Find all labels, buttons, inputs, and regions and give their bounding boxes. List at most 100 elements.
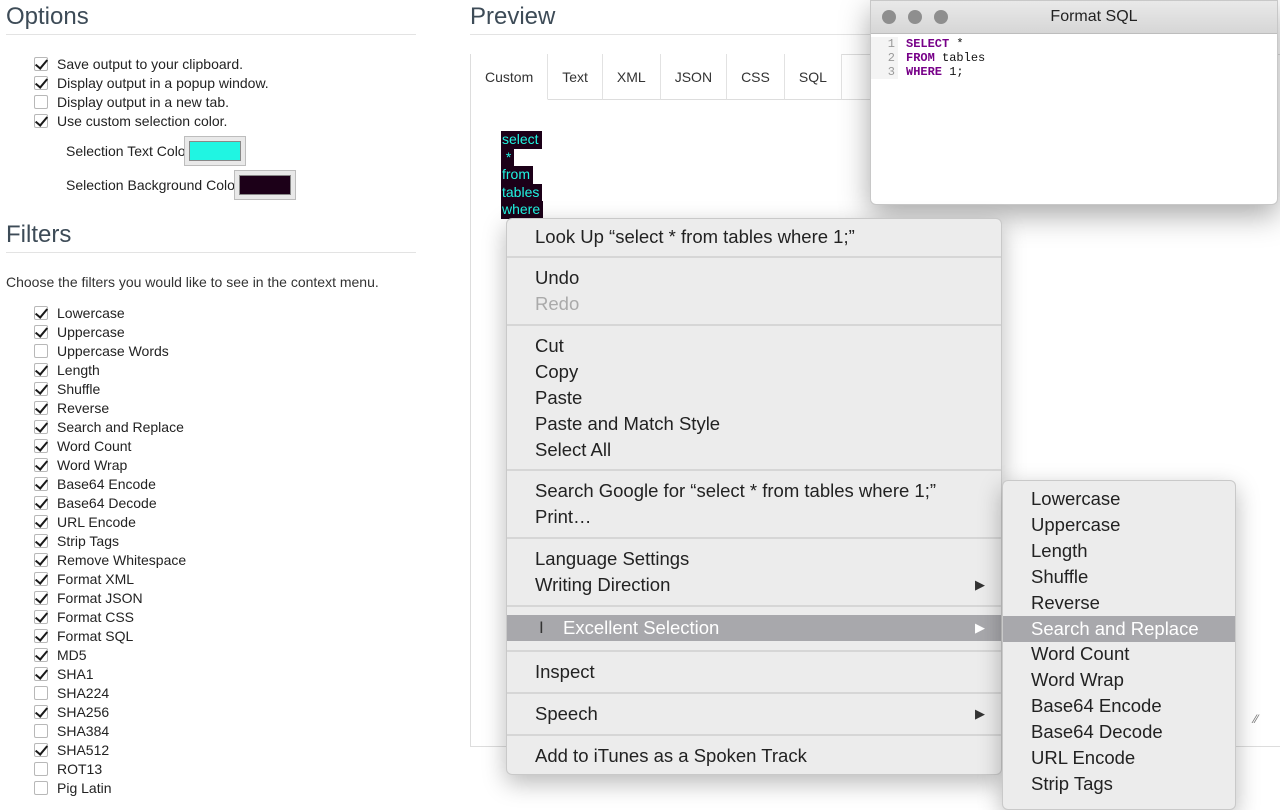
filter-checkbox-row[interactable]: Format JSON — [34, 588, 143, 607]
tab-css[interactable]: CSS — [727, 54, 785, 100]
tab-sql[interactable]: SQL — [784, 54, 842, 100]
filter-checkbox-row[interactable]: SHA512 — [34, 740, 109, 759]
submenu-item[interactable]: URL Encode — [1003, 745, 1235, 771]
option-checkbox-row[interactable]: Save output to your clipboard. — [34, 54, 243, 73]
submenu-item[interactable]: Word Count — [1003, 641, 1235, 667]
filter-checkbox-row[interactable]: Word Count — [34, 436, 131, 455]
filter-checkbox-row[interactable]: Uppercase — [34, 322, 125, 341]
menu-excellent-selection[interactable]: I Excellent Selection ▶ — [507, 615, 1001, 641]
checkbox[interactable] — [34, 438, 48, 453]
tab-text[interactable]: Text — [548, 54, 603, 100]
filter-checkbox-row[interactable]: Shuffle — [34, 379, 100, 398]
selection-text-color-swatch[interactable] — [189, 141, 242, 161]
checkbox[interactable] — [34, 381, 48, 396]
menu-add-to-itunes[interactable]: Add to iTunes as a Spoken Track — [507, 743, 1001, 769]
checkbox[interactable] — [34, 400, 48, 415]
filter-checkbox-row[interactable]: Format XML — [34, 569, 134, 588]
checkbox[interactable] — [34, 75, 48, 90]
preview-text-area[interactable]: select * from tables where — [501, 131, 544, 219]
checkbox[interactable] — [34, 113, 48, 128]
filter-checkbox-row[interactable]: Search and Replace — [34, 417, 184, 436]
submenu-item[interactable]: Base64 Encode — [1003, 693, 1235, 719]
checkbox[interactable] — [34, 628, 48, 643]
option-checkbox-row[interactable]: Use custom selection color. — [34, 111, 227, 130]
menu-look-up[interactable]: Look Up “select * from tables where 1;” — [507, 224, 1001, 250]
filter-checkbox-row[interactable]: Lowercase — [34, 303, 125, 322]
submenu-item[interactable]: Reverse — [1003, 590, 1235, 616]
filter-checkbox-row[interactable]: SHA224 — [34, 683, 109, 702]
menu-undo[interactable]: Undo — [507, 265, 1001, 291]
filter-checkbox-row[interactable]: Reverse — [34, 398, 109, 417]
filter-checkbox-row[interactable]: Length — [34, 360, 100, 379]
checkbox[interactable] — [34, 362, 48, 377]
checkbox[interactable] — [34, 742, 48, 757]
filter-checkbox-row[interactable]: Base64 Decode — [34, 493, 157, 512]
filter-checkbox-row[interactable]: Uppercase Words — [34, 341, 169, 360]
checkbox[interactable] — [34, 324, 48, 339]
tab-xml[interactable]: XML — [602, 54, 661, 100]
filter-checkbox-row[interactable]: Strip Tags — [34, 531, 119, 550]
checkbox[interactable] — [34, 590, 48, 605]
filter-checkbox-row[interactable]: SHA384 — [34, 721, 109, 740]
submenu-item[interactable]: Shuffle — [1003, 564, 1235, 590]
option-checkbox-row[interactable]: Display output in a popup window. — [34, 73, 269, 92]
filter-checkbox-row[interactable]: Format SQL — [34, 626, 133, 645]
menu-print[interactable]: Print… — [507, 504, 1001, 530]
checkbox[interactable] — [34, 514, 48, 529]
menu-copy[interactable]: Copy — [507, 359, 1001, 385]
checkbox[interactable] — [34, 685, 48, 700]
submenu-item[interactable]: Strip Tags — [1003, 771, 1235, 797]
filter-checkbox-row[interactable]: Remove Whitespace — [34, 550, 186, 569]
submenu-item[interactable]: Base64 Decode — [1003, 719, 1235, 745]
checkbox[interactable] — [34, 761, 48, 776]
checkbox[interactable] — [34, 552, 48, 567]
checkbox[interactable] — [34, 419, 48, 434]
submenu-item[interactable]: Uppercase — [1003, 512, 1235, 538]
menu-inspect[interactable]: Inspect — [507, 659, 1001, 685]
checkbox[interactable] — [34, 647, 48, 662]
checkbox[interactable] — [34, 533, 48, 548]
checkbox[interactable] — [34, 457, 48, 472]
checkbox[interactable] — [34, 305, 48, 320]
filter-checkbox-row[interactable]: Pig Latin — [34, 778, 111, 797]
filter-checkbox-row[interactable]: URL Encode — [34, 512, 136, 531]
resize-handle-icon[interactable]: ⁄⁄ — [1254, 712, 1258, 726]
checkbox[interactable] — [34, 495, 48, 510]
filter-checkbox-row[interactable]: Base64 Encode — [34, 474, 156, 493]
tab-json[interactable]: JSON — [660, 54, 728, 100]
checkbox[interactable] — [34, 56, 48, 71]
sql-code-lines[interactable]: SELECT * FROM tables WHERE 1; — [906, 37, 985, 79]
window-titlebar[interactable]: Format SQL — [871, 1, 1277, 34]
menu-speech[interactable]: Speech ▶ — [507, 701, 1001, 727]
checkbox[interactable] — [34, 343, 48, 358]
menu-cut[interactable]: Cut — [507, 333, 1001, 359]
selection-text-color-picker[interactable] — [184, 136, 247, 166]
submenu-item[interactable]: Lowercase — [1003, 486, 1235, 512]
filter-checkbox-row[interactable]: MD5 — [34, 645, 87, 664]
menu-paste[interactable]: Paste — [507, 385, 1001, 411]
filter-checkbox-row[interactable]: SHA1 — [34, 664, 94, 683]
checkbox[interactable] — [34, 609, 48, 624]
checkbox[interactable] — [34, 704, 48, 719]
selection-bg-color-picker[interactable] — [233, 170, 296, 200]
checkbox[interactable] — [34, 780, 48, 795]
filter-checkbox-row[interactable]: Word Wrap — [34, 455, 127, 474]
filter-checkbox-row[interactable]: Format CSS — [34, 607, 134, 626]
submenu-item[interactable]: Search and Replace — [1003, 615, 1235, 642]
filter-checkbox-row[interactable]: SHA256 — [34, 702, 109, 721]
submenu-item[interactable]: Length — [1003, 538, 1235, 564]
checkbox[interactable] — [34, 571, 48, 586]
checkbox[interactable] — [34, 666, 48, 681]
menu-select-all[interactable]: Select All — [507, 437, 1001, 463]
menu-writing-direction[interactable]: Writing Direction ▶ — [507, 572, 1001, 598]
menu-paste-match-style[interactable]: Paste and Match Style — [507, 411, 1001, 437]
tab-custom[interactable]: Custom — [471, 54, 549, 100]
submenu-item[interactable]: Word Wrap — [1003, 667, 1235, 693]
menu-language-settings[interactable]: Language Settings — [507, 546, 1001, 572]
checkbox[interactable] — [34, 94, 48, 109]
menu-search-google[interactable]: Search Google for “select * from tables … — [507, 478, 1001, 504]
option-checkbox-row[interactable]: Display output in a new tab. — [34, 92, 229, 111]
filter-checkbox-row[interactable]: ROT13 — [34, 759, 102, 778]
checkbox[interactable] — [34, 723, 48, 738]
checkbox[interactable] — [34, 476, 48, 491]
